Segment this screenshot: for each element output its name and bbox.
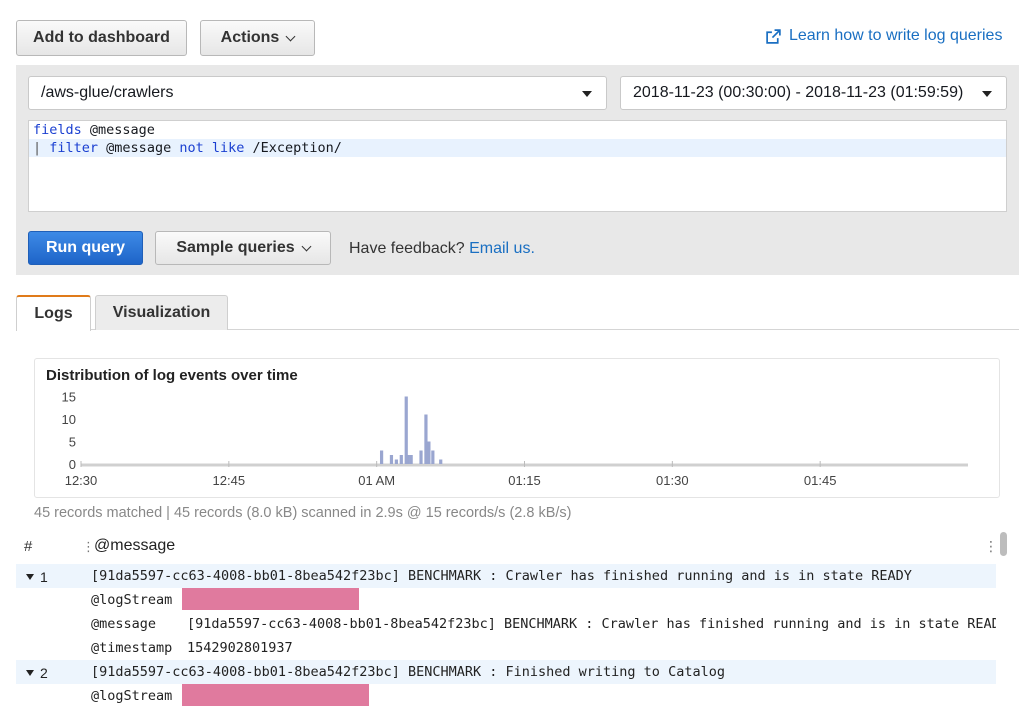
- field-row: @logStream: [16, 588, 996, 612]
- query-editor[interactable]: fields @message | filter @message not li…: [28, 120, 1007, 212]
- code-pipe: |: [33, 140, 50, 156]
- keyword-like: like: [211, 140, 245, 156]
- keyword-not: not: [179, 140, 204, 156]
- learn-queries-link[interactable]: Learn how to write log queries: [765, 27, 1002, 45]
- row-number: 2: [40, 665, 48, 681]
- dropdown-arrow-icon: [582, 91, 592, 97]
- row-message: [91da5597-cc63-4008-bb01-8bea542f23bc] B…: [91, 568, 912, 584]
- x-tick-label: 01:45: [804, 473, 837, 488]
- x-tick-label: 12:30: [65, 473, 98, 488]
- x-tick-label: 01:15: [508, 473, 541, 488]
- external-link-icon: [766, 28, 781, 44]
- histogram-bar: [409, 455, 413, 464]
- tab-logs[interactable]: Logs: [16, 295, 91, 331]
- histogram-bar: [424, 414, 428, 464]
- dropdown-arrow-icon: [982, 91, 992, 97]
- y-tick-label: 5: [69, 435, 76, 450]
- histogram-bar: [427, 441, 431, 464]
- chart-title: Distribution of log events over time: [46, 367, 298, 384]
- expand-caret-icon[interactable]: [26, 574, 34, 580]
- results-table: # ⋮ @message ⋮ 1 [91da5597-cc63-4008-bb0…: [16, 530, 1016, 719]
- feedback-text: Have feedback? Email us.: [349, 240, 535, 258]
- histogram-bar: [419, 450, 423, 464]
- query-line-1: fields @message: [29, 121, 1006, 139]
- query-line-2: | filter @message not like /Exception/: [29, 139, 1006, 157]
- histogram-bar: [439, 459, 443, 464]
- tab-visualization-label: Visualization: [112, 304, 211, 321]
- x-tick-label: 12:45: [213, 473, 246, 488]
- tab-logs-label: Logs: [34, 305, 73, 322]
- y-tick-label: 10: [62, 412, 76, 427]
- column-header-message[interactable]: @message: [94, 537, 175, 555]
- x-tick-label: 01 AM: [358, 473, 395, 488]
- column-header-number: #: [24, 538, 33, 555]
- histogram-bar: [404, 396, 408, 464]
- field-value: 1542902801937: [187, 640, 293, 656]
- y-tick-label: 15: [62, 390, 76, 405]
- redaction-bar: [182, 684, 369, 706]
- scrollbar[interactable]: [1000, 532, 1007, 556]
- chevron-down-icon: [285, 31, 296, 41]
- row-message: [91da5597-cc63-4008-bb01-8bea542f23bc] B…: [91, 664, 725, 680]
- actions-dropdown-button[interactable]: Actions: [200, 20, 315, 56]
- log-group-select[interactable]: /aws-glue/crawlers: [28, 76, 607, 110]
- field-key: @logStream: [91, 592, 173, 608]
- histogram-bar: [389, 455, 394, 464]
- tab-visualization[interactable]: Visualization: [95, 295, 228, 330]
- field-key: @logStream: [91, 688, 173, 704]
- code-text: /Exception/: [244, 140, 342, 156]
- keyword-filter: filter: [49, 140, 99, 156]
- log-group-value: /aws-glue/crawlers: [41, 84, 174, 101]
- field-key: @timestamp: [91, 640, 173, 656]
- run-query-button[interactable]: Run query: [28, 231, 143, 265]
- row-number: 1: [40, 569, 48, 585]
- y-tick-label: 0: [69, 457, 76, 472]
- keyword-fields: fields: [33, 122, 82, 138]
- actions-label: Actions: [220, 29, 280, 46]
- table-row[interactable]: 1 [91da5597-cc63-4008-bb01-8bea542f23bc]…: [16, 564, 996, 588]
- time-range-value: 2018-11-23 (00:30:00) - 2018-11-23 (01:5…: [633, 84, 964, 101]
- column-menu-icon[interactable]: ⋮: [984, 538, 998, 555]
- redaction-bar: [182, 588, 359, 610]
- field-key: @message: [91, 616, 157, 632]
- histogram-bar: [379, 450, 384, 464]
- table-row[interactable]: 2 [91da5597-cc63-4008-bb01-8bea542f23bc]…: [16, 660, 996, 684]
- feedback-label: Have feedback?: [349, 240, 465, 257]
- histogram-bar: [406, 455, 410, 464]
- add-to-dashboard-label: Add to dashboard: [33, 29, 170, 46]
- chevron-down-icon: [301, 241, 312, 251]
- field-row: @timestamp 1542902801937: [16, 636, 996, 660]
- email-us-link[interactable]: Email us.: [469, 240, 535, 257]
- code-text: @message: [81, 122, 155, 138]
- sample-queries-button[interactable]: Sample queries: [155, 231, 331, 265]
- histogram-bar: [399, 455, 403, 464]
- field-row: @logStream: [16, 684, 996, 708]
- time-range-select[interactable]: 2018-11-23 (00:30:00) - 2018-11-23 (01:5…: [620, 76, 1007, 110]
- field-row: @message [91da5597-cc63-4008-bb01-8bea54…: [16, 612, 996, 636]
- code-text: @message: [98, 140, 180, 156]
- field-value: [91da5597-cc63-4008-bb01-8bea542f23bc] B…: [187, 616, 996, 632]
- expand-caret-icon[interactable]: [26, 670, 34, 676]
- records-summary: 45 records matched | 45 records (8.0 kB)…: [34, 505, 572, 521]
- sample-queries-label: Sample queries: [176, 239, 295, 256]
- histogram-bar: [431, 450, 435, 464]
- learn-queries-label: Learn how to write log queries: [789, 27, 1003, 44]
- run-query-label: Run query: [45, 239, 126, 256]
- results-header: # ⋮ @message ⋮: [16, 530, 1016, 562]
- histogram-bar: [394, 459, 398, 464]
- x-tick-label: 01:30: [656, 473, 689, 488]
- add-to-dashboard-button[interactable]: Add to dashboard: [16, 20, 187, 56]
